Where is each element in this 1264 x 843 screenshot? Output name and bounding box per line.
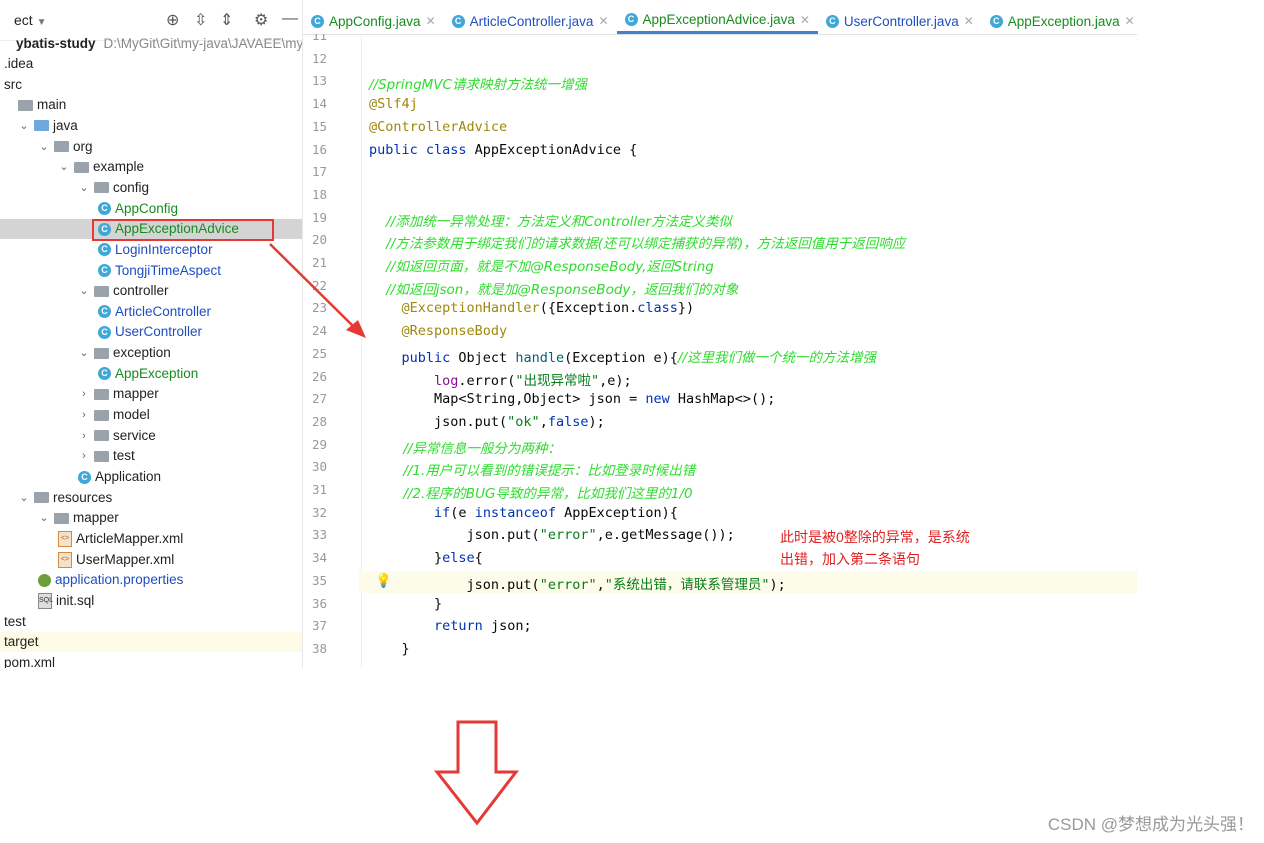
watermark: CSDN @梦想成为光头强！	[1047, 815, 1254, 834]
red-arrow	[269, 243, 358, 331]
annotation-arrows	[92, 219, 520, 826]
annotation-note: 此时是被0整除的异常，是系统 出错，加入第二条语句	[780, 529, 970, 567]
down-arrow-icon	[433, 720, 520, 826]
highlight-box	[92, 219, 274, 241]
